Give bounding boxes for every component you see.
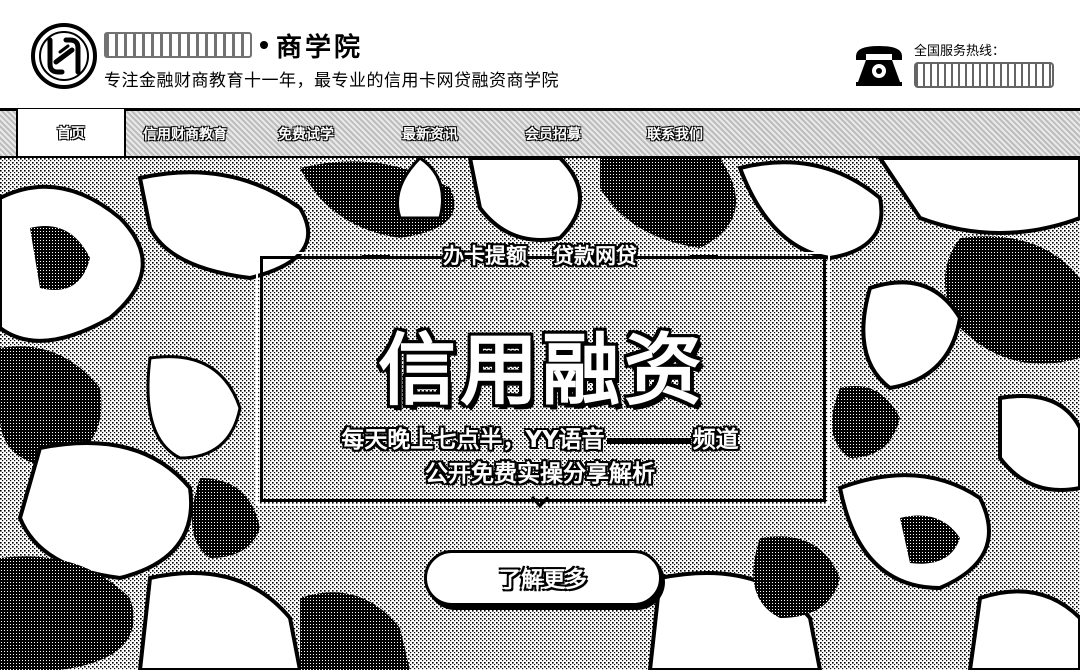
- main-nav: 首页 信用财商教育 免费试学 最新资讯 会员招募 联系我们: [0, 108, 1080, 158]
- hero-subline-1-b: 频道: [692, 427, 739, 453]
- brand-separator-dot: [260, 41, 268, 49]
- nav-item-latest-news[interactable]: 最新资讯: [368, 111, 492, 156]
- hero-subline-1: 每天晚上七点半，YY语音 频道: [300, 420, 780, 454]
- nav-item-credit-education[interactable]: 信用财商教育: [126, 111, 244, 156]
- nav-item-contact[interactable]: 联系我们: [614, 111, 736, 156]
- hero-tags: 办卡提额 贷款网贷: [362, 240, 718, 270]
- hotline-number-redacted: [914, 62, 1054, 88]
- telephone-icon: [856, 46, 902, 86]
- logo-mark-icon[interactable]: [30, 22, 98, 90]
- chevron-down-icon[interactable]: [530, 494, 550, 510]
- brand-title: 商学院: [276, 32, 364, 63]
- learn-more-button[interactable]: 了解更多: [424, 550, 662, 606]
- nav-item-home[interactable]: 首页: [16, 109, 126, 156]
- hero-subline-1-a: 每天晚上七点半，YY语音: [341, 427, 605, 453]
- hero-banner[interactable]: 办卡提额 贷款网贷 信用融资 每天晚上七点半，YY语音 频道 公开免费实操分享解析…: [0, 158, 1080, 670]
- brand-name[interactable]: 商学院: [104, 28, 364, 63]
- hero-headline: 信用融资: [377, 326, 706, 416]
- hotline-label: 全国服务热线：: [914, 44, 1006, 59]
- site-header: 商学院 专注金融财商教育十一年，最专业的信用卡网贷融资商学院 全国服务热线：: [0, 0, 1080, 108]
- brand-tagline: 专注金融财商教育十一年，最专业的信用卡网贷融资商学院: [104, 71, 559, 91]
- nav-item-membership[interactable]: 会员招募: [492, 111, 614, 156]
- nav-item-free-trial[interactable]: 免费试学: [244, 111, 368, 156]
- brand-name-redacted: [104, 32, 252, 58]
- tag-dash-left: [362, 255, 390, 258]
- tag-dash-right: [690, 255, 718, 258]
- hero-tag-card: 办卡提额: [443, 244, 527, 268]
- hero-tag-loan: 贷款网贷: [553, 244, 637, 268]
- channel-redacted: [606, 437, 691, 444]
- service-hotline: 全国服务热线：: [848, 38, 1058, 98]
- hero-subline-2: 公开免费实操分享解析: [425, 461, 655, 487]
